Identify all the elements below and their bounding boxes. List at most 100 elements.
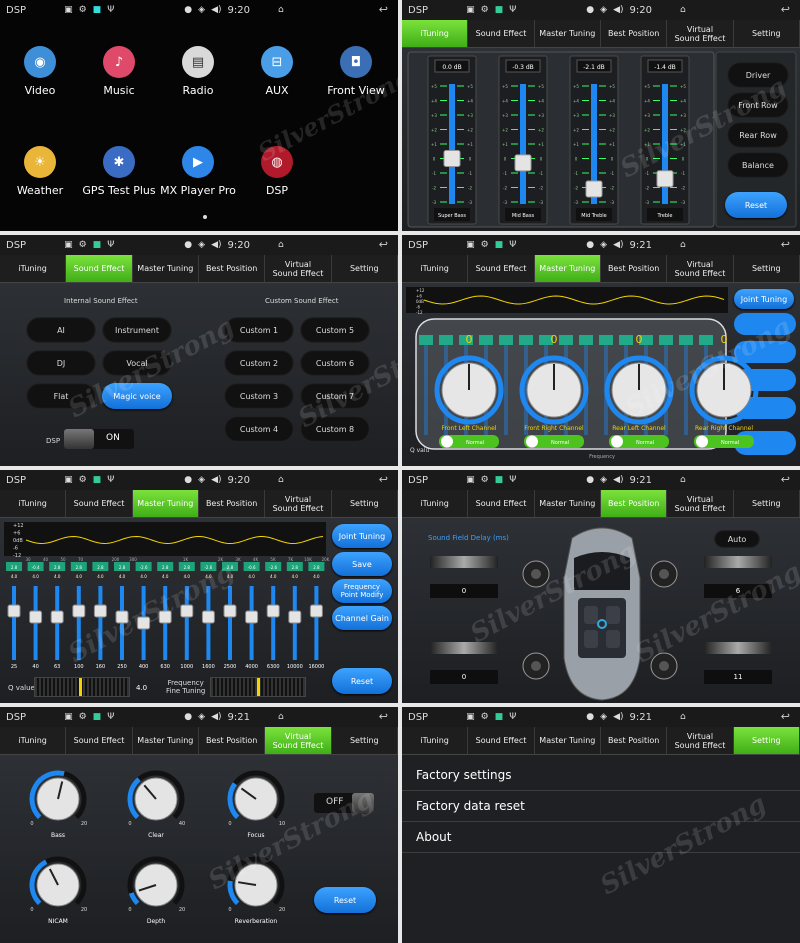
slider-thumb[interactable] bbox=[585, 180, 603, 198]
band-160[interactable]: 2.8 4.0 160 bbox=[92, 562, 109, 670]
knob-focus[interactable]: 0 10 Focus bbox=[227, 770, 285, 839]
back-icon[interactable]: ↩ bbox=[781, 238, 790, 251]
back-icon[interactable]: ↩ bbox=[781, 3, 790, 16]
app-front-view[interactable]: ◘ Front View bbox=[316, 46, 396, 97]
back-icon[interactable]: ↩ bbox=[379, 710, 388, 723]
knob-bass[interactable]: 0 20 Bass bbox=[29, 770, 87, 839]
delay-slider[interactable] bbox=[430, 642, 498, 654]
tab-ituning[interactable]: iTuning bbox=[402, 490, 469, 517]
save-button[interactable]: Save bbox=[332, 552, 392, 576]
factory-data-reset-item[interactable]: Factory data reset bbox=[402, 791, 800, 822]
tab-best-position[interactable]: Best Position bbox=[199, 255, 266, 282]
band-thumb[interactable] bbox=[137, 616, 151, 630]
slider-mid-bass[interactable]: -0.3 dB +5 +5 +4 +4 +3 +3 +2 +2 +1 +1 0 0 -1 -1 -2 -2 -3 -… bbox=[498, 55, 548, 225]
delay-slider[interactable] bbox=[704, 556, 772, 568]
tab-master-tuning[interactable]: Master Tuning bbox=[535, 20, 601, 47]
window-icon[interactable]: ⌂ bbox=[278, 712, 284, 722]
band-thumb[interactable] bbox=[266, 604, 280, 618]
tab-best-position[interactable]: Best Position bbox=[601, 727, 668, 754]
tab-ituning[interactable]: iTuning bbox=[402, 20, 469, 47]
back-icon[interactable]: ↩ bbox=[379, 238, 388, 251]
band-thumb[interactable] bbox=[288, 610, 302, 624]
tab-virtual-sound-effect[interactable]: Virtual Sound Effect bbox=[667, 727, 734, 754]
window-icon[interactable]: ⌂ bbox=[278, 5, 284, 15]
slider-thumb[interactable] bbox=[514, 154, 532, 172]
tab-sound-effect[interactable]: Sound Effect bbox=[468, 490, 535, 517]
virtual-toggle[interactable]: OFF bbox=[314, 793, 374, 813]
tab-ituning[interactable]: iTuning bbox=[0, 255, 67, 282]
effect-custom-7[interactable]: Custom 7 bbox=[300, 383, 370, 409]
band-thumb[interactable] bbox=[309, 604, 323, 618]
about-item[interactable]: About bbox=[402, 822, 800, 853]
knob-nicam[interactable]: 0 20 NICAM bbox=[29, 856, 87, 925]
effect-custom-3[interactable]: Custom 3 bbox=[224, 383, 294, 409]
band-thumb[interactable] bbox=[201, 610, 215, 624]
tab-setting[interactable]: Setting bbox=[332, 490, 398, 517]
back-icon[interactable]: ↩ bbox=[781, 473, 790, 486]
slider-thumb[interactable] bbox=[443, 150, 461, 167]
reset-button[interactable]: Reset bbox=[314, 887, 376, 913]
band-40[interactable]: -0.4 4.0 40 bbox=[27, 562, 44, 670]
band-100[interactable]: 2.8 4.0 100 bbox=[70, 562, 87, 670]
tab-sound-effect[interactable]: Sound Effect bbox=[66, 255, 133, 282]
joint-tuning-button[interactable]: Joint Tuning bbox=[332, 524, 392, 548]
delay-slider[interactable] bbox=[430, 556, 498, 568]
rear-row-button[interactable]: Rear Row bbox=[727, 122, 789, 148]
effect-custom-5[interactable]: Custom 5 bbox=[300, 317, 370, 343]
tab-setting[interactable]: Setting bbox=[332, 255, 398, 282]
app-aux[interactable]: ⊟ AUX bbox=[237, 46, 317, 97]
slider-treble[interactable]: -1.4 dB +5 +5 +4 +4 +3 +3 +2 +2 +1 +1 0 0 -1 -1 -2 -2 -3 -… bbox=[640, 55, 690, 225]
band-thumb[interactable] bbox=[245, 610, 259, 624]
factory-settings-item[interactable]: Factory settings bbox=[402, 760, 800, 791]
effect-magic-voice[interactable]: Magic voice bbox=[102, 383, 172, 409]
app-music[interactable]: ♪ Music bbox=[79, 46, 159, 97]
tab-best-position[interactable]: Best Position bbox=[601, 255, 668, 282]
tab-virtual-sound-effect[interactable]: Virtual Sound Effect bbox=[265, 727, 332, 754]
effect-custom-6[interactable]: Custom 6 bbox=[300, 350, 370, 376]
window-icon[interactable]: ⌂ bbox=[680, 240, 686, 250]
effect-dj[interactable]: DJ bbox=[26, 350, 96, 376]
frequency-point-modify-button[interactable]: Frequency Point Modify bbox=[332, 579, 392, 603]
window-icon[interactable]: ⌂ bbox=[278, 475, 284, 485]
band-6300[interactable]: -2.6 4.0 6300 bbox=[265, 562, 282, 670]
slider-super-bass[interactable]: 0.0 dB +5 +5 +4 +4 +3 +3 +2 +2 +1 +1 0 0 -1 -1 -2 -2 -3 -3… bbox=[427, 55, 477, 225]
band-10000[interactable]: 2.8 4.0 10000 bbox=[286, 562, 303, 670]
tab-ituning[interactable]: iTuning bbox=[0, 727, 67, 754]
effect-custom-4[interactable]: Custom 4 bbox=[224, 416, 294, 442]
band-2500[interactable]: 2.8 4.0 2500 bbox=[222, 562, 238, 670]
knob-grid[interactable]: 0 20Bass0 40Clear0 10Focus0 20NICAM0 20Depth0… bbox=[0, 755, 398, 943]
tab-master-tuning[interactable]: Master Tuning bbox=[133, 255, 199, 282]
effect-vocal[interactable]: Vocal bbox=[102, 350, 172, 376]
app-gps-test-plus[interactable]: ✱ GPS Test Plus bbox=[79, 146, 159, 197]
q-value-slider[interactable] bbox=[34, 677, 130, 697]
app-radio[interactable]: ▤ Radio bbox=[158, 46, 238, 97]
window-icon[interactable]: ⌂ bbox=[680, 475, 686, 485]
tab-best-position[interactable]: Best Position bbox=[600, 490, 668, 517]
knob-reverberation[interactable]: 0 20Reverberation bbox=[227, 856, 285, 925]
balance-button[interactable]: Balance bbox=[727, 152, 789, 178]
reset-button[interactable]: Reset bbox=[332, 668, 392, 694]
app-dsp[interactable]: ◍ DSP bbox=[237, 146, 317, 197]
tab-master-tuning[interactable]: Master Tuning bbox=[535, 727, 601, 754]
band-1000[interactable]: 2.8 4.0 1000 bbox=[178, 562, 195, 670]
tab-sound-effect[interactable]: Sound Effect bbox=[66, 490, 133, 517]
app-video[interactable]: ◉ Video bbox=[0, 46, 80, 97]
band-thumb[interactable] bbox=[72, 604, 86, 618]
tab-virtual-sound-effect[interactable]: Virtual Sound Effect bbox=[667, 255, 734, 282]
tab-virtual-sound-effect[interactable]: Virtual Sound Effect bbox=[667, 20, 734, 47]
tab-master-tuning[interactable]: Master Tuning bbox=[133, 727, 199, 754]
tab-master-tuning[interactable]: Master Tuning bbox=[132, 490, 199, 517]
tab-ituning[interactable]: iTuning bbox=[402, 727, 469, 754]
delay-slider[interactable] bbox=[704, 642, 772, 654]
back-icon[interactable]: ↩ bbox=[379, 3, 388, 16]
band-4000[interactable]: -0.6 4.0 4000 bbox=[243, 562, 260, 670]
effect-instrument[interactable]: Instrument bbox=[102, 317, 172, 343]
tab-setting[interactable]: Setting bbox=[734, 490, 800, 517]
driver-button[interactable]: Driver bbox=[727, 62, 789, 88]
knob-depth[interactable]: 0 20 Depth bbox=[127, 856, 185, 925]
tab-sound-effect[interactable]: Sound Effect bbox=[468, 727, 535, 754]
tab-virtual-sound-effect[interactable]: Virtual Sound Effect bbox=[667, 490, 734, 517]
tab-setting[interactable]: Setting bbox=[332, 727, 398, 754]
tab-ituning[interactable]: iTuning bbox=[0, 490, 67, 517]
band-400[interactable]: -2.6 4.0 400 bbox=[135, 562, 152, 670]
